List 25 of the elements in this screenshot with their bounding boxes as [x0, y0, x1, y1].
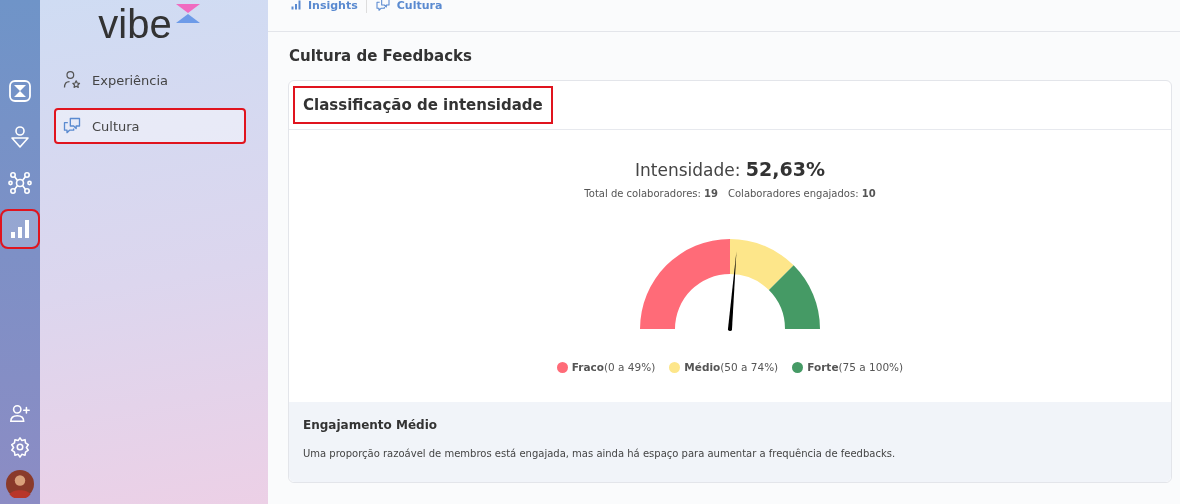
stat-text: Total de colaboradores: 19: [584, 188, 718, 199]
add-user-icon: [9, 402, 31, 424]
legend-label: Médio(50 a 74%): [684, 361, 779, 373]
stat-text: Colaboradores engajados: 10: [728, 188, 876, 199]
rail-button[interactable]: [2, 211, 38, 247]
bar-chart-icon: [290, 0, 302, 11]
card-title: Classificação de intensidade: [295, 88, 551, 122]
person-icon: [8, 125, 32, 149]
settings-icon: [9, 436, 31, 458]
chat-icon: [62, 116, 82, 136]
logo-text: vibe: [98, 1, 172, 48]
footer-title: Engajamento Médio: [303, 418, 438, 432]
hourglass-icon: [8, 77, 32, 105]
bar-chart-icon: [8, 217, 32, 241]
legend-label: Forte(75 a 100%): [807, 361, 904, 373]
network-icon: [8, 171, 32, 195]
avatar-icon[interactable]: [6, 470, 34, 498]
page-title: Cultura de Feedbacks: [289, 47, 473, 65]
legend-label: Fraco(0 a 49%): [571, 361, 656, 373]
chat-icon: [374, 0, 391, 13]
person-star-icon: [62, 70, 82, 90]
intensity-text: Intensidade: 52,63%: [635, 158, 825, 180]
sidebar-item[interactable]: Cultura: [54, 108, 246, 144]
footer-text: Uma proporção razoável de membros está engajada, mas ainda há espaço para aumentar a frequência de feedbacks.: [303, 448, 897, 459]
sidebar-item[interactable]: Experiência: [54, 62, 246, 98]
